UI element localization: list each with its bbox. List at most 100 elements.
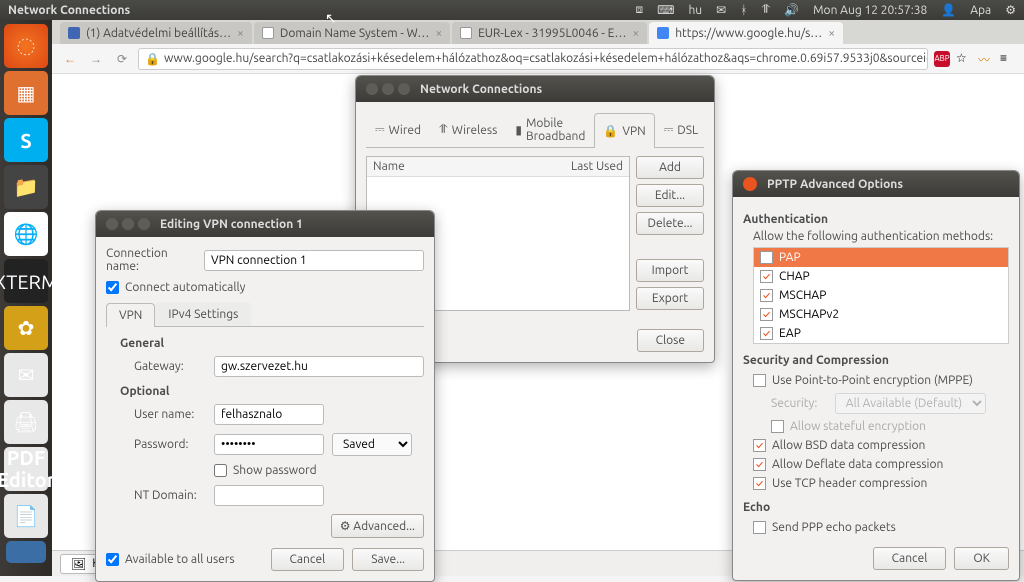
auth-method-pap[interactable]: PAP: [754, 248, 1008, 267]
forward-button[interactable]: →: [86, 49, 106, 69]
close-icon[interactable]: ×: [828, 27, 835, 40]
tab-vpn[interactable]: 🔒VPN: [594, 113, 654, 148]
close-icon[interactable]: ×: [632, 27, 639, 40]
minimize-icon[interactable]: [382, 83, 394, 95]
address-bar[interactable]: 🔒www.google.hu/search?q=csatlakozási+kés…: [138, 48, 928, 70]
launcher-item[interactable]: ✿: [4, 306, 48, 350]
checkbox-icon[interactable]: [760, 327, 773, 340]
launcher-files[interactable]: 📁: [4, 165, 48, 209]
close-icon[interactable]: [743, 177, 757, 191]
deflate-checkbox[interactable]: Allow Deflate data compression: [753, 455, 1009, 474]
volume-icon[interactable]: 🔊: [784, 3, 799, 17]
tcp-checkbox[interactable]: Use TCP header compression: [753, 474, 1009, 493]
reload-button[interactable]: ⟳: [112, 49, 132, 69]
tab-vpn[interactable]: VPN: [106, 303, 155, 327]
auth-method-chap[interactable]: CHAP: [754, 267, 1008, 286]
back-button[interactable]: ←: [60, 49, 80, 69]
cancel-button[interactable]: Cancel: [873, 547, 947, 570]
checkbox-icon[interactable]: [753, 458, 766, 471]
dropbox-icon[interactable]: ⧈: [635, 3, 643, 17]
user-icon[interactable]: 👤: [941, 3, 956, 17]
tab-ipv4[interactable]: IPv4 Settings: [155, 302, 251, 326]
close-icon[interactable]: ×: [237, 27, 244, 40]
abp-icon[interactable]: ABP: [934, 51, 950, 67]
close-button[interactable]: Close: [637, 329, 704, 352]
launcher-pdf[interactable]: PDFEditor: [4, 447, 48, 491]
auth-methods-list: PAP CHAP MSCHAP MSCHAPv2 EAP: [753, 247, 1009, 344]
network-icon[interactable]: ⥣: [761, 3, 770, 17]
checkbox-icon[interactable]: [760, 289, 773, 302]
export-button[interactable]: Export: [636, 287, 704, 310]
star-icon[interactable]: ☆: [956, 51, 972, 67]
launcher-skype[interactable]: S: [4, 118, 48, 162]
menu-icon[interactable]: ≡: [1000, 51, 1016, 67]
checkbox-icon[interactable]: [753, 521, 766, 534]
checkbox-icon[interactable]: [760, 251, 773, 264]
checkbox-icon[interactable]: [753, 374, 766, 387]
browser-tab[interactable]: https://www.google.hu/s…×: [649, 22, 843, 44]
titlebar[interactable]: PPTP Advanced Options: [733, 171, 1019, 197]
clock[interactable]: Mon Aug 12 20:57:38: [813, 4, 927, 17]
browser-tab[interactable]: EUR-Lex - 31995L0046 - E…×: [452, 22, 647, 44]
launcher-item[interactable]: 📄: [4, 494, 48, 538]
echo-checkbox[interactable]: Send PPP echo packets: [753, 518, 1009, 537]
keyboard-layout[interactable]: hu: [688, 4, 702, 17]
connect-auto-checkbox[interactable]: Connect automatically: [106, 281, 424, 294]
import-button[interactable]: Import: [636, 259, 704, 282]
bluetooth-icon[interactable]: ᚼ: [740, 4, 747, 17]
available-all-checkbox[interactable]: Available to all users: [106, 553, 263, 566]
launcher-item[interactable]: ▦: [4, 71, 48, 115]
maximize-icon[interactable]: [138, 218, 150, 230]
mppe-checkbox[interactable]: Use Point-to-Point encryption (MPPE): [753, 371, 1009, 390]
maximize-icon[interactable]: [398, 83, 410, 95]
add-button[interactable]: Add: [636, 156, 704, 179]
launcher-item[interactable]: 🖨: [4, 400, 48, 444]
edit-button[interactable]: Edit...: [636, 184, 704, 207]
show-password-checkbox[interactable]: Show password: [214, 464, 317, 477]
cancel-button[interactable]: Cancel: [271, 548, 345, 571]
tab-wired[interactable]: ⎓Wired: [366, 112, 430, 147]
password-input[interactable]: [214, 434, 324, 455]
advanced-button[interactable]: ⚙ Advanced...: [331, 514, 424, 538]
tab-mobile[interactable]: ▮Mobile Broadband: [506, 112, 594, 147]
auth-method-mschapv2[interactable]: MSCHAPv2: [754, 305, 1008, 324]
auth-method-mschap[interactable]: MSCHAP: [754, 286, 1008, 305]
username-label: User name:: [134, 408, 206, 421]
connection-name-input[interactable]: [204, 250, 424, 271]
extension-icon[interactable]: 〰: [978, 51, 994, 67]
mail-icon[interactable]: ✉: [716, 3, 726, 17]
launcher-item[interactable]: [6, 541, 46, 563]
checkbox-icon[interactable]: [760, 308, 773, 321]
auth-method-eap[interactable]: EAP: [754, 324, 1008, 343]
dash-icon[interactable]: ◌: [4, 24, 48, 68]
ok-button[interactable]: OK: [954, 547, 1009, 570]
checkbox-icon[interactable]: [753, 439, 766, 452]
save-button[interactable]: Save...: [352, 548, 424, 571]
unity-launcher: ◌ ▦ S 📁 🌐 XTERM ✿ ✉ 🖨 PDFEditor 📄: [0, 20, 52, 576]
launcher-item[interactable]: ✉: [4, 353, 48, 397]
tab-wireless[interactable]: ⥣Wireless: [430, 112, 506, 147]
username-input[interactable]: [214, 404, 324, 425]
gear-icon[interactable]: ⚙: [1005, 3, 1016, 17]
favicon-icon: [460, 27, 472, 39]
bsd-checkbox[interactable]: Allow BSD data compression: [753, 436, 1009, 455]
tab-dsl[interactable]: ⎓DSL: [655, 112, 707, 147]
checkbox-icon[interactable]: [760, 270, 773, 283]
titlebar[interactable]: Network Connections: [356, 76, 714, 102]
keyboard-icon[interactable]: ⌨: [657, 3, 674, 17]
user-name[interactable]: Apa: [970, 4, 991, 17]
close-icon[interactable]: [366, 83, 378, 95]
minimize-icon[interactable]: [122, 218, 134, 230]
close-icon[interactable]: [106, 218, 118, 230]
browser-tab[interactable]: (1) Adatvédelmi beállítás…×: [60, 22, 252, 44]
nt-domain-input[interactable]: [214, 485, 324, 506]
launcher-chrome[interactable]: 🌐: [4, 212, 48, 256]
browser-tab[interactable]: Domain Name System - W…×: [254, 22, 450, 44]
password-mode-select[interactable]: Saved: [332, 433, 412, 456]
titlebar[interactable]: Editing VPN connection 1: [96, 211, 434, 237]
gateway-input[interactable]: [214, 356, 424, 377]
checkbox-icon[interactable]: [753, 477, 766, 490]
delete-button[interactable]: Delete...: [636, 212, 704, 235]
close-icon[interactable]: ×: [435, 27, 442, 40]
launcher-terminal[interactable]: XTERM: [4, 259, 48, 303]
